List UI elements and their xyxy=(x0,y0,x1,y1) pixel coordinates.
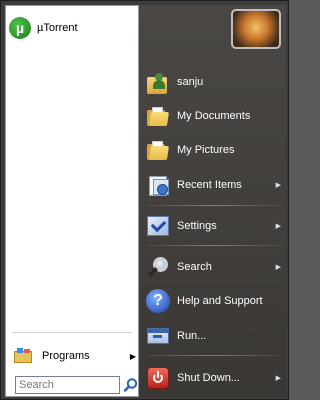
menu-item-label: Search xyxy=(177,261,212,273)
programs-icon xyxy=(14,348,32,364)
menu-item-label: Shut Down... xyxy=(177,372,240,384)
magnifier-icon xyxy=(145,254,171,280)
menu-item-label: Run... xyxy=(177,330,207,342)
menu-item-label: My Pictures xyxy=(177,144,235,156)
menu-item-label: Settings xyxy=(177,220,217,232)
programs-menu-item[interactable]: Programs ▶ xyxy=(14,345,136,367)
right-panel: sanju My Documents My Pictures Recent It… xyxy=(139,5,286,397)
start-menu: µ µTorrent Programs ▶ sanju xyxy=(0,0,289,400)
user-avatar[interactable] xyxy=(231,9,281,49)
chevron-right-icon: ▶ xyxy=(275,375,281,382)
user-folder-icon xyxy=(145,69,171,95)
chevron-right-icon: ▶ xyxy=(275,223,281,230)
power-icon xyxy=(145,365,171,391)
search-input[interactable] xyxy=(15,376,120,394)
menu-item-label: My Documents xyxy=(177,110,251,122)
help-icon: ? xyxy=(145,288,171,314)
separator xyxy=(145,245,281,246)
menu-item-user[interactable]: sanju xyxy=(145,67,283,97)
settings-icon xyxy=(145,213,171,239)
left-separator xyxy=(12,332,132,333)
run-icon xyxy=(145,323,171,349)
pictures-folder-icon xyxy=(145,137,171,163)
menu-item-label: sanju xyxy=(177,76,204,88)
menu-item-settings[interactable]: Settings ▶ xyxy=(145,211,283,241)
menu-item-label: Help and Support xyxy=(177,295,263,307)
left-panel: µ µTorrent Programs ▶ xyxy=(5,5,139,397)
chevron-right-icon: ▶ xyxy=(129,351,136,361)
programs-label: Programs xyxy=(42,350,90,362)
menu-item-shut-down[interactable]: Shut Down... ▶ xyxy=(145,363,283,393)
menu-item-help-and-support[interactable]: ? Help and Support xyxy=(145,286,283,316)
pinned-item-utorrent[interactable]: µ µTorrent xyxy=(9,14,135,42)
menu-item-search[interactable]: Search ▶ xyxy=(145,252,283,282)
recent-items-icon xyxy=(145,172,171,198)
chevron-right-icon: ▶ xyxy=(275,264,281,271)
utorrent-icon: µ xyxy=(9,17,31,39)
documents-folder-icon xyxy=(145,103,171,129)
menu-item-run[interactable]: Run... xyxy=(145,321,283,351)
menu-item-my-pictures[interactable]: My Pictures xyxy=(145,135,283,165)
menu-item-label: Recent Items xyxy=(177,179,242,191)
separator xyxy=(145,205,281,206)
separator xyxy=(145,355,281,356)
search-icon[interactable] xyxy=(123,377,139,393)
chevron-right-icon: ▶ xyxy=(275,182,281,189)
menu-item-recent-items[interactable]: Recent Items ▶ xyxy=(145,170,283,200)
menu-item-my-documents[interactable]: My Documents xyxy=(145,101,283,131)
pinned-item-label: µTorrent xyxy=(37,22,78,34)
